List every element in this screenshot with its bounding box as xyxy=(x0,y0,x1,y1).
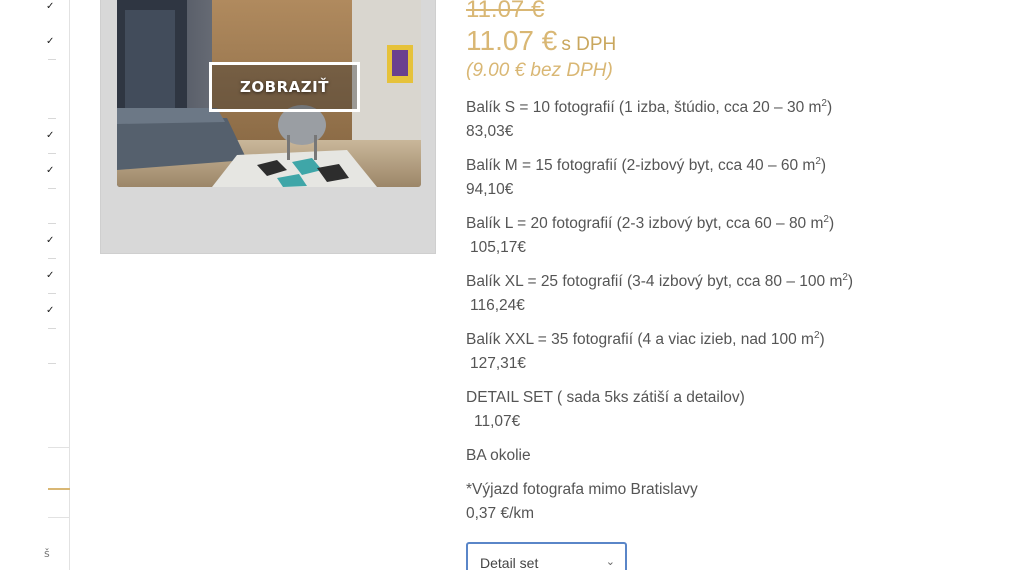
divider xyxy=(48,188,56,189)
package-price: 127,31€ xyxy=(470,355,527,372)
price-tax-label: s DPH xyxy=(561,34,617,55)
detail-set-price: 11,07€ xyxy=(474,413,521,430)
current-price-amount: 11.07 € xyxy=(466,25,558,56)
travel-fee-price: 0,37 €/km xyxy=(466,505,535,522)
package-price: 105,17€ xyxy=(470,239,527,256)
checkmark-icon[interactable]: ✓ xyxy=(46,36,56,48)
filter-sidebar: ✓ ✓ ✓ ✓ ✓ ✓ ✓ š xyxy=(0,0,70,570)
package-s: Balík S = 10 fotografií (1 izba, štúdio,… xyxy=(466,96,936,144)
package-price: 83,03€ xyxy=(466,123,514,140)
checkmark-icon[interactable]: ✓ xyxy=(46,165,56,177)
package-label: Balík XXL = 35 fotografií (4 a viac izie… xyxy=(466,331,814,348)
travel-fee-label: *Výjazd fotografa mimo Bratislavy xyxy=(466,481,698,498)
checkmark-icon[interactable]: ✓ xyxy=(46,1,56,13)
product-photo[interactable]: ZOBRAZIŤ xyxy=(117,0,421,187)
package-label: Balík M = 15 fotografií (2-izbový byt, c… xyxy=(466,157,816,174)
chevron-down-icon: ⌄ xyxy=(605,555,615,568)
detail-set: DETAIL SET ( sada 5ks zátiší a detailov)… xyxy=(466,386,936,434)
variant-select-value: Detail set xyxy=(480,555,539,570)
active-indicator xyxy=(48,488,70,490)
divider xyxy=(48,293,56,294)
divider xyxy=(48,363,56,364)
travel-fee: *Výjazd fotografa mimo Bratislavy 0,37 €… xyxy=(466,478,936,526)
package-l: Balík L = 20 fotografií (2-3 izbový byt,… xyxy=(466,212,936,260)
net-price: (9.00 € bez DPH) xyxy=(466,60,613,81)
sidebar-menu-item[interactable] xyxy=(48,447,70,518)
paren: ) xyxy=(826,99,833,116)
sidebar-menu-item[interactable] xyxy=(48,518,70,570)
paren: ) xyxy=(847,273,854,290)
package-xl: Balík XL = 25 fotografií (3-4 izbový byt… xyxy=(466,270,936,318)
checkmark-icon[interactable]: ✓ xyxy=(46,235,56,247)
paren: ) xyxy=(820,157,827,174)
package-label: Balík XL = 25 fotografií (3-4 izbový byt… xyxy=(466,273,843,290)
package-price: 94,10€ xyxy=(466,181,514,198)
package-label: Balík S = 10 fotografií (1 izba, štúdio,… xyxy=(466,99,822,116)
package-price: 116,24€ xyxy=(470,297,525,314)
sidebar-text-fragment: š xyxy=(44,547,50,560)
package-xxl: Balík XXL = 35 fotografií (4 a viac izie… xyxy=(466,328,936,376)
variant-select[interactable]: Detail set ⌄ xyxy=(466,542,627,570)
checkmark-icon[interactable]: ✓ xyxy=(46,130,56,142)
divider xyxy=(48,328,56,329)
checkmark-icon[interactable]: ✓ xyxy=(46,270,56,282)
show-image-button[interactable]: ZOBRAZIŤ xyxy=(209,62,360,112)
paren: ) xyxy=(819,331,825,348)
divider xyxy=(48,258,56,259)
divider xyxy=(48,223,56,224)
package-m: Balík M = 15 fotografií (2-izbový byt, c… xyxy=(466,154,936,202)
divider xyxy=(48,153,56,154)
checkmark-icon[interactable]: ✓ xyxy=(46,305,56,317)
package-label: Balík L = 20 fotografií (2-3 izbový byt,… xyxy=(466,215,824,232)
detail-set-label: DETAIL SET ( sada 5ks zátiší a detailov) xyxy=(466,389,745,406)
divider xyxy=(48,118,56,119)
divider xyxy=(48,59,56,60)
area-label: BA okolie xyxy=(466,447,531,464)
paren: ) xyxy=(828,215,835,232)
product-image-card: ZOBRAZIŤ xyxy=(100,0,436,254)
